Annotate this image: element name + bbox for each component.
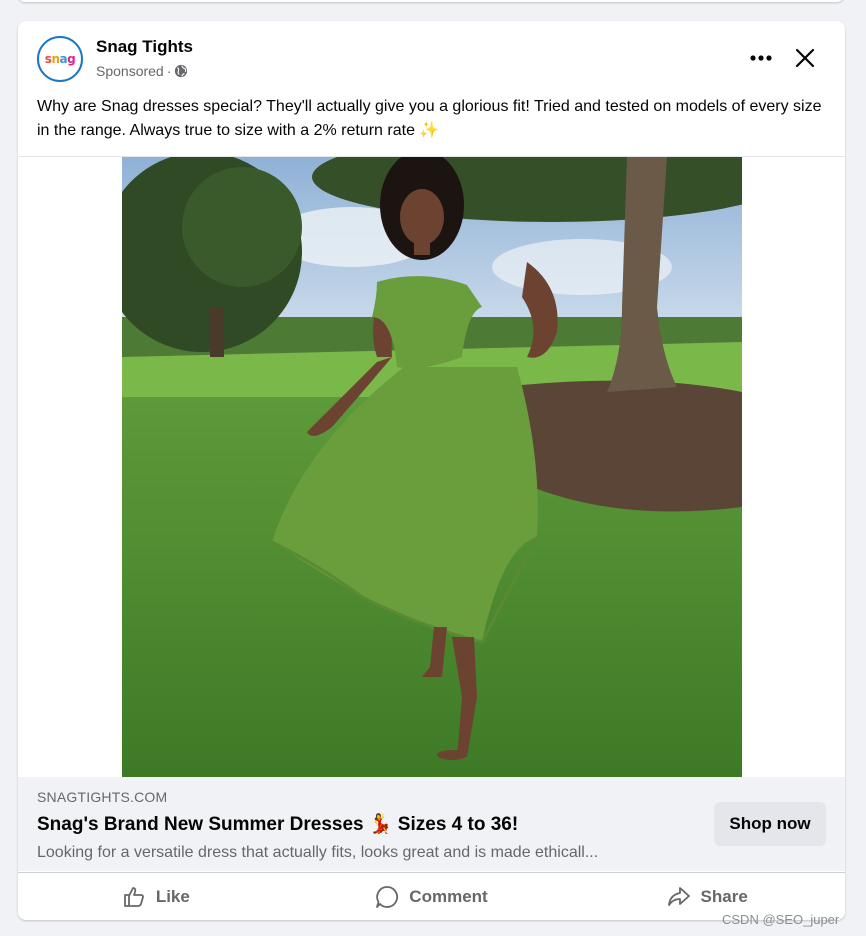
page-name-link[interactable]: Snag Tights	[96, 37, 193, 57]
post-meta: Sponsored ·	[96, 63, 188, 79]
comment-bubble-icon	[376, 886, 399, 908]
like-button[interactable]: Like	[18, 873, 294, 920]
previous-post-card-edge	[18, 0, 844, 2]
comment-button[interactable]: Comment	[294, 873, 570, 920]
hide-post-button[interactable]	[790, 43, 820, 73]
post-image[interactable]	[122, 157, 742, 777]
post-body-text: Why are Snag dresses special? They'll ac…	[37, 98, 822, 139]
more-horizontal-icon	[750, 55, 772, 61]
link-title[interactable]: Snag's Brand New Summer Dresses 💃 Sizes …	[37, 812, 518, 836]
share-arrow-icon	[667, 887, 690, 906]
thumbs-up-icon	[123, 887, 144, 907]
snag-logo: snag	[44, 52, 76, 66]
link-description: Looking for a versatile dress that actua…	[37, 844, 599, 861]
comment-label: Comment	[409, 887, 488, 906]
link-domain: SNAGTIGHTS.COM	[37, 789, 168, 805]
post-actions-bar: Like Comment Share	[18, 872, 845, 920]
shop-now-button[interactable]: Shop now	[714, 802, 826, 846]
sponsored-post-card: snag Snag Tights Sponsored · Why are Sna…	[18, 21, 845, 920]
woman-in-green-dress-photo	[122, 157, 742, 777]
share-label: Share	[700, 887, 748, 906]
csdn-watermark: CSDN @SEO_juper	[722, 912, 840, 927]
post-header: snag Snag Tights Sponsored ·	[18, 21, 845, 93]
globe-icon	[174, 64, 188, 78]
close-icon	[795, 48, 815, 68]
page-avatar[interactable]: snag	[37, 36, 83, 82]
like-label: Like	[155, 887, 190, 906]
sponsored-label[interactable]: Sponsored	[96, 63, 164, 79]
link-preview[interactable]: SNAGTIGHTS.COM Snag's Brand New Summer D…	[18, 777, 845, 871]
meta-separator: ·	[166, 63, 172, 79]
more-options-button[interactable]	[746, 43, 776, 73]
